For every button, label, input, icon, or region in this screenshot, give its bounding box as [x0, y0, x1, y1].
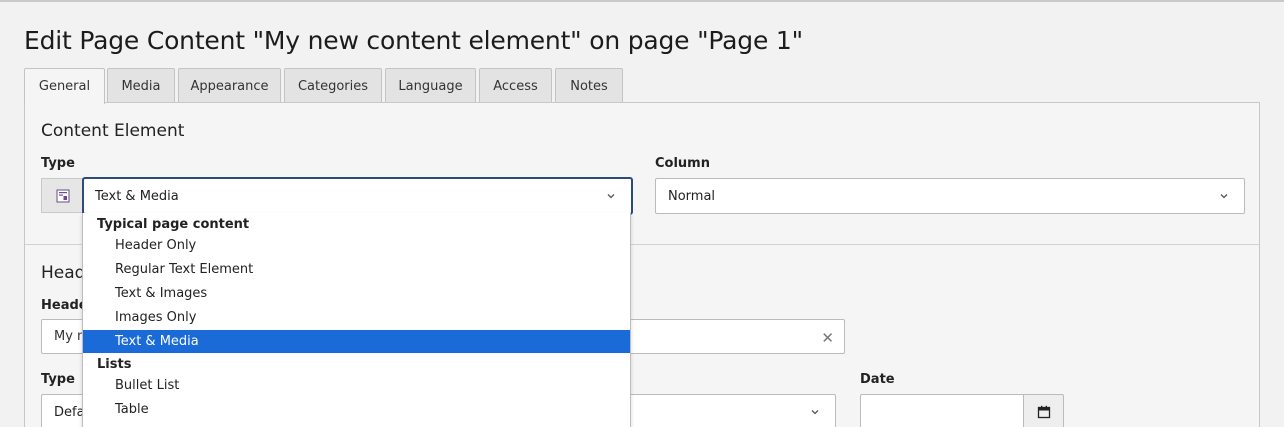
tab-appearance[interactable]: Appearance	[178, 68, 281, 103]
option-text-images[interactable]: Text & Images	[83, 282, 630, 305]
tab-access[interactable]: Access	[479, 68, 552, 103]
option-header-only[interactable]: Header Only	[83, 234, 630, 257]
content-type-icon-box	[41, 178, 83, 213]
top-border	[0, 0, 1284, 2]
option-regular-text-element[interactable]: Regular Text Element	[83, 258, 630, 281]
content-type-dropdown-list: Typical page content Header Only Regular…	[82, 213, 631, 427]
section-title-content-element: Content Element	[41, 121, 185, 141]
option-bullet-list[interactable]: Bullet List	[83, 374, 630, 397]
page-title: Edit Page Content "My new content elemen…	[24, 26, 803, 55]
date-input[interactable]	[860, 394, 1024, 427]
header-label: Heade	[41, 298, 88, 313]
tab-categories[interactable]: Categories	[284, 68, 382, 103]
section-title-header: Head	[41, 263, 86, 283]
option-group-label: Typical page content	[97, 217, 250, 232]
tab-media[interactable]: Media	[107, 68, 175, 103]
header-type-value: Defa	[54, 404, 85, 420]
form-editor: Edit Page Content "My new content elemen…	[0, 0, 1284, 427]
date-label: Date	[860, 372, 895, 387]
content-textmedia-icon	[56, 189, 69, 202]
header-type-label: Type	[41, 372, 75, 387]
type-label: Type	[41, 156, 75, 171]
option-table[interactable]: Table	[83, 398, 630, 421]
option-images-only[interactable]: Images Only	[83, 306, 630, 329]
content-type-select[interactable]: Text & Media	[82, 177, 633, 215]
content-type-value: Text & Media	[95, 188, 179, 204]
tab-language[interactable]: Language	[385, 68, 476, 103]
clear-icon[interactable]: ✕	[821, 329, 834, 347]
column-label: Column	[655, 156, 710, 171]
option-text-media[interactable]: Text & Media	[83, 330, 630, 353]
tab-notes[interactable]: Notes	[555, 68, 623, 103]
chevron-down-icon	[811, 410, 819, 415]
chevron-down-icon	[607, 194, 615, 199]
calendar-icon	[1037, 405, 1050, 419]
column-select[interactable]: Normal	[655, 178, 1245, 214]
tab-general[interactable]: General	[24, 68, 105, 104]
header-input-value: My n	[54, 329, 86, 344]
chevron-down-icon	[1220, 194, 1228, 199]
date-picker-button[interactable]	[1023, 394, 1064, 427]
option-group-label: Lists	[97, 357, 132, 372]
column-value: Normal	[668, 188, 716, 204]
